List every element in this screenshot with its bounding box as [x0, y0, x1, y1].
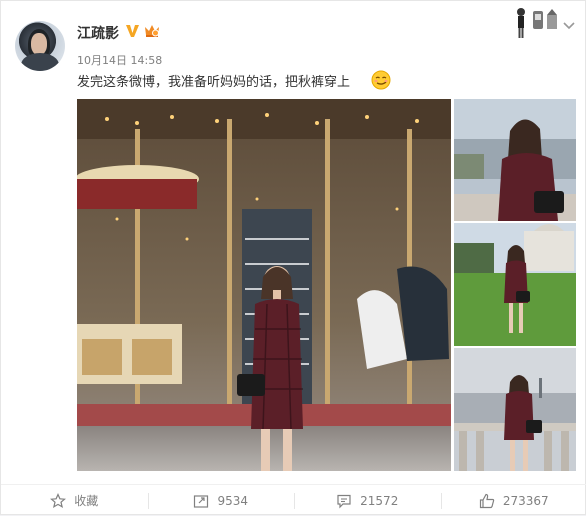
chevron-down-icon[interactable] — [562, 21, 576, 31]
carousel-photo[interactable] — [77, 99, 451, 471]
verified-v-icon[interactable] — [125, 23, 140, 38]
like-count: 273367 — [503, 494, 549, 508]
favorite-button[interactable]: 收藏 — [1, 485, 148, 516]
comment-icon — [336, 493, 352, 509]
username-link[interactable]: 江疏影 — [77, 23, 119, 43]
city-overlook-photo[interactable] — [454, 99, 576, 221]
action-bar: 收藏 9534 21572 273367 — [1, 484, 586, 516]
repost-count: 9534 — [217, 494, 248, 508]
weibo-post-card: 江疏影 10月14日 14:58 发完这条微博，我准备听妈妈的话，把秋裤穿上 — [0, 0, 586, 515]
avatar-face — [31, 33, 47, 55]
like-button[interactable]: 273367 — [441, 485, 586, 516]
avatar-body — [21, 53, 59, 71]
post-text: 发完这条微博，我准备听妈妈的话，把秋裤穿上 — [77, 71, 350, 90]
star-icon — [50, 493, 66, 509]
city-overlook-illustration — [454, 99, 576, 221]
smirk-emoji — [371, 70, 391, 90]
avatar[interactable] — [15, 21, 65, 71]
thumbs-up-icon — [479, 493, 495, 509]
post-timestamp[interactable]: 10月14日 14:58 — [77, 52, 162, 68]
comment-count: 21572 — [360, 494, 398, 508]
repost-icon — [193, 493, 209, 509]
balustrade-illustration — [454, 348, 576, 471]
comment-button[interactable]: 21572 — [294, 485, 441, 516]
lawn-photo[interactable] — [454, 223, 576, 346]
balustrade-photo[interactable] — [454, 348, 576, 471]
repost-button[interactable]: 9534 — [148, 485, 295, 516]
carousel-illustration — [77, 99, 451, 471]
lawn-illustration — [454, 223, 576, 346]
favorite-label: 收藏 — [74, 492, 98, 509]
vip-crown-icon[interactable] — [143, 23, 161, 38]
decorative-figure-icon — [509, 3, 569, 41]
